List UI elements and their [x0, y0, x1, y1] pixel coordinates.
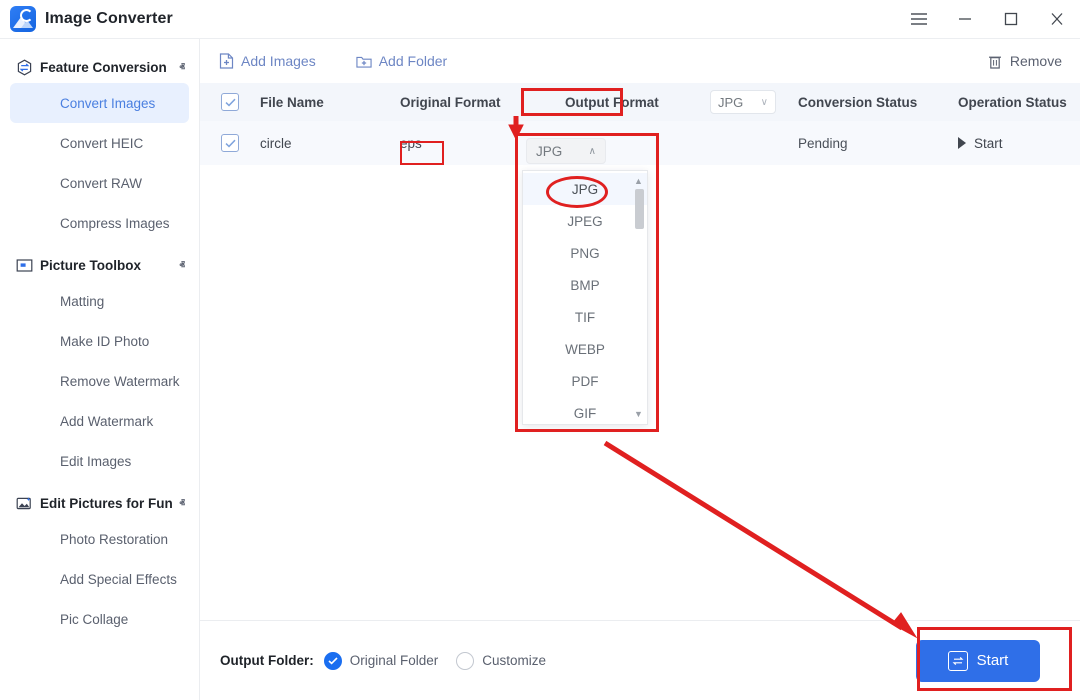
add-images-button[interactable]: Add Images	[218, 53, 316, 69]
select-all-checkbox[interactable]	[200, 93, 260, 111]
sidebar-group-edit-pictures-for-fun[interactable]: Edit Pictures for Fun ⱏ	[0, 487, 199, 519]
original-format-value-highlight	[400, 141, 444, 165]
sidebar-group-label: Picture Toolbox	[40, 258, 141, 273]
sidebar-item-label: Convert Images	[60, 96, 155, 111]
sidebar-item-remove-watermark[interactable]: Remove Watermark	[10, 361, 189, 401]
play-icon	[958, 137, 966, 149]
radio-customize-label: Customize	[482, 653, 546, 668]
start-button-highlight	[917, 627, 1072, 691]
chevron-up-icon: ⱏ	[180, 261, 185, 272]
convert-hex-icon	[16, 59, 33, 76]
sidebar-item-make-id-photo[interactable]: Make ID Photo	[10, 321, 189, 361]
sidebar-item-label: Add Watermark	[60, 414, 153, 429]
sidebar-item-label: Remove Watermark	[60, 374, 180, 389]
checkbox-checked-icon	[221, 134, 239, 152]
trash-icon	[987, 53, 1003, 69]
add-folder-label: Add Folder	[379, 53, 447, 69]
sidebar-item-label: Compress Images	[60, 216, 170, 231]
sidebar-item-label: Pic Collage	[60, 612, 128, 627]
sidebar-item-add-special-effects[interactable]: Add Special Effects	[10, 559, 189, 599]
chevron-up-icon: ⱏ	[180, 499, 185, 510]
checkbox-checked-icon	[221, 93, 239, 111]
remove-button[interactable]: Remove	[987, 53, 1062, 69]
radio-original-folder[interactable]: Original Folder	[324, 652, 439, 670]
maximize-icon[interactable]	[988, 0, 1034, 38]
row-start-button[interactable]: Start	[958, 136, 1080, 151]
radio-customize[interactable]: Customize	[456, 652, 546, 670]
toolbar: Add Images Add Folder	[200, 39, 1080, 83]
column-header-file-name: File Name	[260, 95, 400, 110]
cell-conversion-status: Pending	[798, 136, 958, 151]
window-controls	[896, 0, 1080, 38]
sidebar-item-label: Edit Images	[60, 454, 131, 469]
sidebar-group-feature-conversion[interactable]: Feature Conversion ⱏ	[0, 51, 199, 83]
row-checkbox[interactable]	[200, 134, 260, 152]
sidebar-item-label: Make ID Photo	[60, 334, 149, 349]
sidebar-group-label: Feature Conversion	[40, 60, 167, 75]
sidebar-item-photo-restoration[interactable]: Photo Restoration	[10, 519, 189, 559]
app-title: Image Converter	[45, 10, 173, 28]
sidebar-item-label: Convert RAW	[60, 176, 142, 191]
sidebar-item-convert-images[interactable]: Convert Images	[10, 83, 189, 123]
remove-label: Remove	[1010, 53, 1062, 69]
toolbox-frame-icon	[16, 257, 33, 274]
sidebar-item-matting[interactable]: Matting	[10, 281, 189, 321]
row-start-label: Start	[974, 136, 1003, 151]
close-icon[interactable]	[1034, 0, 1080, 38]
sidebar: Feature Conversion ⱏ Convert Images Conv…	[0, 39, 200, 700]
radio-unchecked-icon	[456, 652, 474, 670]
chevron-up-icon: ⱏ	[180, 63, 185, 74]
radio-original-folder-label: Original Folder	[350, 653, 439, 668]
cell-file-name: circle	[260, 136, 400, 151]
sidebar-item-convert-raw[interactable]: Convert RAW	[10, 163, 189, 203]
folder-plus-icon	[356, 53, 372, 69]
sidebar-item-compress-images[interactable]: Compress Images	[10, 203, 189, 243]
image-converter-logo-icon	[10, 6, 36, 32]
chevron-down-icon: ∨	[761, 97, 768, 108]
sidebar-item-label: Photo Restoration	[60, 532, 168, 547]
sidebar-group-picture-toolbox[interactable]: Picture Toolbox ⱏ	[0, 249, 199, 281]
app-window: Image Converter	[0, 0, 1080, 700]
cell-operation-status[interactable]: Start	[958, 136, 1080, 151]
global-output-format-value: JPG	[718, 95, 743, 110]
global-output-format-select[interactable]: JPG ∨	[710, 90, 776, 114]
sidebar-item-edit-images[interactable]: Edit Images	[10, 441, 189, 481]
radio-checked-icon	[324, 652, 342, 670]
column-header-conversion-status: Conversion Status	[798, 95, 958, 110]
output-format-header-highlight	[521, 88, 623, 116]
sidebar-group-label: Edit Pictures for Fun	[40, 496, 173, 511]
title-bar: Image Converter	[0, 0, 1080, 38]
output-folder-label: Output Folder:	[220, 653, 314, 668]
sidebar-item-pic-collage[interactable]: Pic Collage	[10, 599, 189, 639]
sidebar-item-label: Convert HEIC	[60, 136, 143, 151]
jpg-option-ellipse	[546, 176, 608, 208]
sidebar-item-label: Matting	[60, 294, 104, 309]
add-folder-button[interactable]: Add Folder	[356, 53, 447, 69]
add-images-label: Add Images	[241, 53, 316, 69]
hamburger-icon[interactable]	[896, 0, 942, 38]
sidebar-item-label: Add Special Effects	[60, 572, 177, 587]
column-header-operation-status: Operation Status	[958, 95, 1080, 110]
sidebar-item-convert-heic[interactable]: Convert HEIC	[10, 123, 189, 163]
magic-photo-icon	[16, 495, 33, 512]
table-header-row: File Name Original Format Output Format …	[200, 83, 1080, 121]
sidebar-item-add-watermark[interactable]: Add Watermark	[10, 401, 189, 441]
file-plus-icon	[218, 53, 234, 69]
minimize-icon[interactable]	[942, 0, 988, 38]
